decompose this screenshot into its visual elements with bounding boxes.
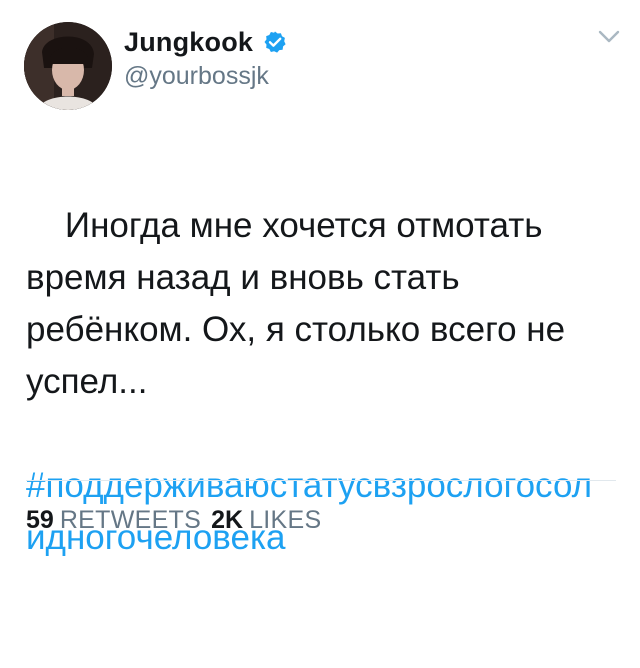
verified-badge-icon <box>263 30 287 54</box>
likes-label[interactable]: LIKES <box>249 506 321 534</box>
tweet-text: Иногда мне хочется отмотать время назад … <box>26 148 626 668</box>
divider <box>26 480 616 481</box>
retweets-count[interactable]: 59 <box>26 506 54 534</box>
tweet-body: Иногда мне хочется отмотать время назад … <box>26 206 575 401</box>
avatar[interactable] <box>24 22 112 110</box>
retweets-label[interactable]: RETWEETS <box>60 506 201 534</box>
likes-count[interactable]: 2K <box>211 506 243 534</box>
tweet-card: Jungkook @yourbossjk Иногда мне хочется … <box>0 0 640 557</box>
user-name-row: Jungkook <box>124 24 287 60</box>
display-name[interactable]: Jungkook <box>124 27 253 58</box>
chevron-down-icon[interactable] <box>598 30 620 44</box>
user-handle[interactable]: @yourbossjk <box>124 62 269 91</box>
tweet-stats: 59 RETWEETS 2K LIKES <box>26 506 331 535</box>
